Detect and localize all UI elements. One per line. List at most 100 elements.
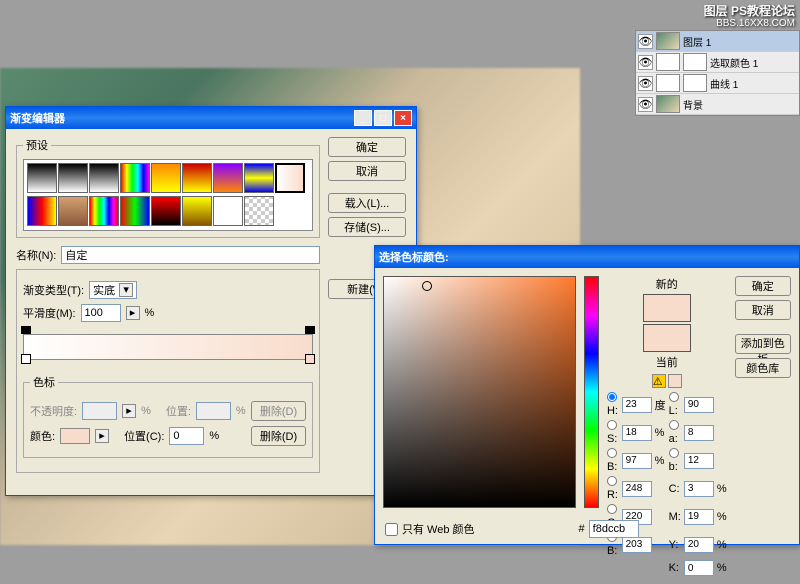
current-color-swatch[interactable]	[643, 324, 691, 352]
pct: %	[141, 405, 151, 417]
opacity-stop[interactable]	[21, 326, 31, 334]
preset-swatch[interactable]	[27, 196, 57, 226]
a-input[interactable]	[684, 425, 714, 441]
preset-swatch[interactable]	[213, 163, 243, 193]
color-libs-button[interactable]: 颜色库	[735, 358, 791, 378]
maximize-icon[interactable]: □	[374, 110, 392, 126]
preset-swatch[interactable]	[151, 163, 181, 193]
b-input[interactable]	[622, 453, 652, 469]
radio-h[interactable]	[607, 392, 617, 402]
preset-swatch[interactable]	[244, 163, 274, 193]
h-input[interactable]	[622, 397, 652, 413]
visibility-icon[interactable]: 👁	[638, 76, 653, 91]
color-stop[interactable]	[305, 354, 315, 364]
c-input[interactable]	[684, 481, 714, 497]
radio-l[interactable]	[669, 392, 679, 402]
layer-thumb	[656, 32, 680, 50]
delete-button[interactable]: 删除(D)	[251, 426, 306, 446]
delete-button: 删除(D)	[251, 401, 306, 421]
cube-icon[interactable]	[668, 374, 682, 388]
r-input[interactable]	[622, 481, 652, 497]
position-input	[196, 402, 231, 420]
name-input[interactable]	[61, 246, 320, 264]
layer-thumb	[656, 95, 680, 113]
titlebar[interactable]: 选择色标颜色:	[375, 246, 799, 268]
m-input[interactable]	[684, 509, 714, 525]
ok-button[interactable]: 确定	[328, 137, 406, 157]
type-dropdown[interactable]: 实底 ▾	[89, 281, 137, 299]
gradient-editor-dialog: 渐变编辑器 _ □ × 预设	[5, 106, 417, 496]
layer-row[interactable]: 👁 曲线 1	[636, 73, 799, 94]
opacity-stop[interactable]	[305, 326, 315, 334]
chevron-right-icon[interactable]: ▸	[95, 429, 109, 443]
preset-swatch[interactable]	[58, 163, 88, 193]
dialog-title: 渐变编辑器	[10, 110, 65, 126]
preset-swatch[interactable]	[89, 196, 119, 226]
preset-swatch[interactable]	[27, 163, 57, 193]
preset-swatch[interactable]	[213, 196, 243, 226]
stops-label: 色标	[30, 374, 58, 390]
color-stop[interactable]	[21, 354, 31, 364]
preset-swatch[interactable]	[182, 196, 212, 226]
add-swatch-button[interactable]: 添加到色板	[735, 334, 791, 354]
preset-swatch[interactable]	[275, 163, 305, 193]
opacity-label: 不透明度:	[30, 403, 77, 419]
cancel-button[interactable]: 取消	[328, 161, 406, 181]
titlebar[interactable]: 渐变编辑器 _ □ ×	[6, 107, 416, 129]
layer-name: 曲线 1	[710, 76, 738, 91]
load-button[interactable]: 载入(L)...	[328, 193, 406, 213]
k-input[interactable]	[684, 560, 714, 576]
radio-r[interactable]	[607, 476, 617, 486]
visibility-icon[interactable]: 👁	[638, 97, 653, 112]
color-swatch[interactable]	[60, 428, 90, 444]
current-label: 当前	[656, 354, 678, 370]
color-cursor-icon[interactable]	[422, 281, 432, 291]
web-only-checkbox[interactable]	[385, 523, 398, 536]
watermark-1: 图层 PS教程论坛	[704, 2, 795, 19]
radio-lab-b[interactable]	[669, 448, 679, 458]
radio-s[interactable]	[607, 420, 617, 430]
preset-swatch[interactable]	[244, 196, 274, 226]
smoothness-input[interactable]	[81, 304, 121, 322]
radio-g[interactable]	[607, 504, 617, 514]
layer-row[interactable]: 👁 背景	[636, 94, 799, 115]
gradient-bar[interactable]	[23, 334, 313, 360]
preset-swatch[interactable]	[58, 196, 88, 226]
radio-b[interactable]	[607, 448, 617, 458]
minimize-icon[interactable]: _	[354, 110, 372, 126]
preset-swatch[interactable]	[120, 163, 150, 193]
chevron-right-icon[interactable]: ▸	[126, 306, 140, 320]
warning-icon[interactable]: ⚠	[652, 374, 666, 388]
dialog-title: 选择色标颜色:	[379, 249, 449, 265]
preset-swatch[interactable]	[120, 196, 150, 226]
lab-b-input[interactable]	[684, 453, 714, 469]
save-button[interactable]: 存储(S)...	[328, 217, 406, 237]
layer-mask	[683, 74, 707, 92]
hue-slider[interactable]	[584, 276, 599, 508]
l-input[interactable]	[684, 397, 714, 413]
cancel-button[interactable]: 取消	[735, 300, 791, 320]
preset-swatch[interactable]	[89, 163, 119, 193]
close-icon[interactable]: ×	[394, 110, 412, 126]
layers-panel: 👁 图层 1 👁 选取颜色 1 👁 曲线 1 👁 背景	[635, 30, 800, 116]
color-field[interactable]	[383, 276, 576, 508]
gradient-type-fieldset: 渐变类型(T): 实底 ▾ 平滑度(M): ▸ %	[16, 269, 320, 473]
radio-a[interactable]	[669, 420, 679, 430]
presets-grid	[23, 159, 313, 231]
layer-mask	[683, 53, 707, 71]
layer-row[interactable]: 👁 图层 1	[636, 31, 799, 52]
s-input[interactable]	[622, 425, 652, 441]
ok-button[interactable]: 确定	[735, 276, 791, 296]
position-input[interactable]	[169, 427, 204, 445]
layer-name: 图层 1	[683, 34, 711, 49]
layer-row[interactable]: 👁 选取颜色 1	[636, 52, 799, 73]
chevron-down-icon: ▾	[119, 283, 133, 297]
visibility-icon[interactable]: 👁	[638, 34, 653, 49]
layer-name: 背景	[683, 97, 703, 112]
hex-input[interactable]	[589, 520, 639, 538]
preset-swatch[interactable]	[151, 196, 181, 226]
visibility-icon[interactable]: 👁	[638, 55, 653, 70]
position-label: 位置(C):	[124, 428, 164, 444]
layer-name: 选取颜色 1	[710, 55, 758, 70]
preset-swatch[interactable]	[182, 163, 212, 193]
